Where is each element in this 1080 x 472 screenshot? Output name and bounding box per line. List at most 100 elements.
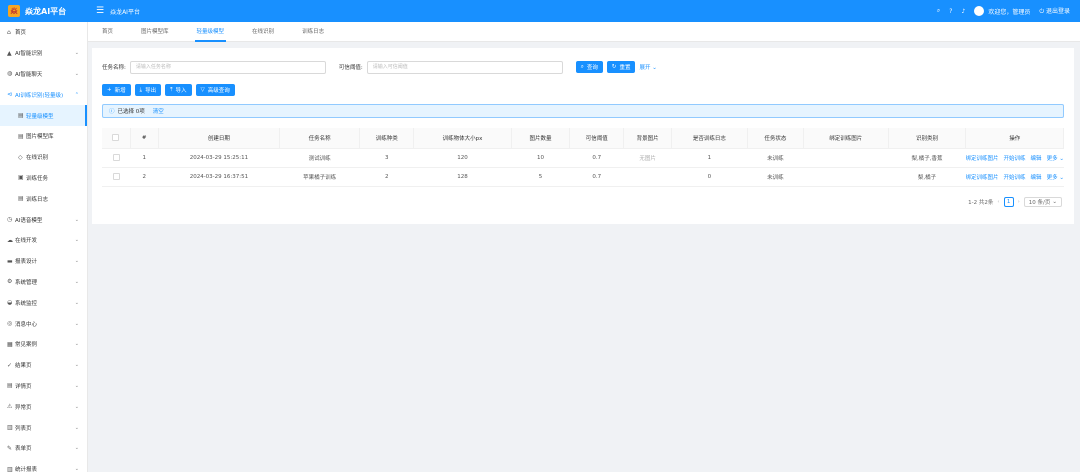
sidebar-item-list-page[interactable]: ▥ 列表页 ⌄ <box>0 417 87 438</box>
sidebar-item-common-cases[interactable]: ▦ 常见案例 ⌄ <box>0 334 87 355</box>
sidebar-icon: ▤ <box>18 132 24 140</box>
more-dropdown[interactable]: 更多 ⌄ <box>1047 173 1064 181</box>
sidebar-item-label: 训练日志 <box>26 196 49 203</box>
prev-page-icon[interactable]: ‹ <box>997 199 999 205</box>
menu-toggle-icon[interactable]: ☰ <box>96 6 104 16</box>
header-select-all[interactable] <box>102 128 131 149</box>
user-menu[interactable]: 欢迎您，管理员 <box>974 6 1030 16</box>
import-button[interactable]: ⤒ 导入 <box>165 84 192 96</box>
column-header: 任务状态 <box>747 128 805 149</box>
sidebar-item-detail-page[interactable]: ▤ 详情页 ⌄ <box>0 376 87 397</box>
page-size-select[interactable]: 10 条/页 ⌄ <box>1023 197 1062 207</box>
tab-training-log[interactable]: 训练日志 <box>288 22 338 42</box>
clear-selection-link[interactable]: 清空 <box>153 107 164 115</box>
expand-link[interactable]: 展开 ⌄ <box>639 63 656 71</box>
add-button[interactable]: + 新增 <box>102 84 131 96</box>
column-header: 训练物体大小px <box>413 128 512 149</box>
threshold-input[interactable]: 请输入可信阈值 <box>366 60 563 74</box>
sidebar-icon: ⚠ <box>7 403 13 411</box>
sidebar-item-error-page[interactable]: ⚠ 异常页 ⌄ <box>0 396 87 417</box>
bell-icon[interactable]: ♪ <box>961 8 965 15</box>
sidebar-item-ai-training-light[interactable]: ⊲ AI训练识别(轻量级) ⌃ <box>0 84 87 105</box>
bind-images-link[interactable]: 绑定训练图片 <box>966 154 999 162</box>
row-select[interactable] <box>102 167 131 187</box>
sidebar-item-label: 在线识别 <box>26 155 49 162</box>
current-page[interactable]: 1 <box>1003 197 1014 207</box>
sidebar-item-ai-voice-model[interactable]: ◷ AI语音模型 ⌄ <box>0 209 87 230</box>
pagination: 1-2 共2条 ‹ 1 › 10 条/页 ⌄ <box>968 197 1062 207</box>
sidebar-item-label: AI智能聊天 <box>15 71 43 78</box>
cell-background <box>623 167 672 187</box>
refresh-icon: ↻ <box>611 64 617 70</box>
cell-size: 120 <box>413 148 512 168</box>
sidebar-icon: ◒ <box>7 299 13 307</box>
task-name-input[interactable]: 请输入任务名称 <box>129 60 326 74</box>
edit-link[interactable]: 编辑 <box>1031 154 1042 162</box>
sidebar-item-system-manage[interactable]: ⚙ 系统管理 ⌄ <box>0 272 87 293</box>
sidebar-item-lightweight-model[interactable]: ▤ 轻量级模型 <box>0 105 87 126</box>
logout-button[interactable]: ⏻ 退出登录 <box>1039 6 1070 16</box>
sidebar-item-system-monitor[interactable]: ◒ 系统监控 ⌄ <box>0 292 87 313</box>
more-dropdown[interactable]: 更多 ⌄ <box>1047 154 1064 162</box>
sidebar-icon: ◷ <box>7 216 13 224</box>
advanced-query-button[interactable]: ▽ 高级查询 <box>195 84 235 96</box>
cell-count: 5 <box>511 167 570 187</box>
sidebar-icon: ✓ <box>7 361 13 369</box>
chevron-icon: ⌄ <box>74 216 79 223</box>
search-button[interactable]: ⌕ 查询 <box>575 61 603 73</box>
edit-link[interactable]: 编辑 <box>1031 173 1042 181</box>
avatar <box>974 6 985 16</box>
sidebar-item-training-log[interactable]: ▤ 训练日志 <box>0 188 87 209</box>
bind-images-link[interactable]: 绑定训练图片 <box>966 173 999 181</box>
tab-image-library[interactable]: 图片模型库 <box>127 22 183 42</box>
sidebar-item-label: 轻量级模型 <box>26 113 54 120</box>
next-page-icon[interactable]: › <box>1018 199 1020 205</box>
sidebar-item-online-dev[interactable]: ☁ 在线开发 ⌄ <box>0 230 87 251</box>
sidebar-item-report-design[interactable]: ▬ 报表设计 ⌄ <box>0 251 87 272</box>
sidebar-item-training-task[interactable]: ▣ 训练任务 <box>0 168 87 189</box>
search-icon[interactable]: ⌕ <box>937 7 940 15</box>
app-name: 焱龙AI平台 <box>25 6 67 16</box>
column-header: # <box>130 128 159 149</box>
sidebar-item-label: AI训练识别(轻量级) <box>15 92 64 99</box>
sidebar-item-message-center[interactable]: ◎ 消息中心 ⌄ <box>0 313 87 334</box>
sidebar-item-ai-recognition[interactable]: ▲ AI智能识别 ⌄ <box>0 43 87 64</box>
reset-button[interactable]: ↻ 重置 <box>606 61 636 73</box>
help-icon[interactable]: ? <box>949 8 952 15</box>
table-header-row: # 创建日期 任务名称 训练种类 训练物体大小px 图片数量 可信阈值 背景图片… <box>102 128 1064 149</box>
sidebar-item-online-recognition[interactable]: ◇ 在线识别 <box>0 147 87 168</box>
sidebar-icon: ◍ <box>7 70 13 78</box>
threshold-label: 可信阈值: <box>338 65 363 71</box>
sidebar-item-result-page[interactable]: ✓ 结果页 ⌄ <box>0 355 87 376</box>
checkbox[interactable] <box>112 134 120 142</box>
start-training-link[interactable]: 开始训练 <box>1004 173 1026 181</box>
start-training-link[interactable]: 开始训练 <box>1004 154 1026 162</box>
top-bar: 焱 焱龙AI平台 ☰ 焱龙AI平台 ⌕ ? ♪ 欢迎您，管理员 ⏻ 退出登录 <box>0 0 1080 22</box>
tab-lightweight-model[interactable]: 轻量级模型 <box>183 22 239 42</box>
column-header: 识别类别 <box>888 128 967 149</box>
selection-count: 已选择 0项 <box>117 109 145 115</box>
chevron-icon: ⌄ <box>74 382 79 389</box>
sidebar-item-statistics-report[interactable]: ▥ 统计报表 ⌄ <box>0 459 87 472</box>
filter-form: 任务名称: 请输入任务名称 可信阈值: 请输入可信阈值 ⌕ 查询 ↻ 重置 展开 ⌄ <box>102 60 657 74</box>
tab-home[interactable]: 首页 <box>88 22 127 42</box>
header-menu-title[interactable]: 焱龙AI平台 <box>110 7 140 16</box>
column-header: 是否训练日志 <box>671 128 748 149</box>
sidebar-item-form-page[interactable]: ✎ 表单页 ⌄ <box>0 438 87 459</box>
reset-label: 重置 <box>619 65 631 71</box>
sidebar-icon: ⌂ <box>7 28 11 36</box>
chevron-icon: ⌄ <box>74 445 79 452</box>
row-select[interactable] <box>102 148 131 168</box>
chevron-icon: ⌄ <box>74 424 79 431</box>
sidebar-item-image-library[interactable]: ▤ 图片模型库 <box>0 126 87 147</box>
cell-status: 未训练 <box>747 148 804 168</box>
export-button[interactable]: ⤓ 导出 <box>134 84 162 96</box>
tab-online-recognition[interactable]: 在线识别 <box>238 22 288 42</box>
sidebar-item-ai-chat[interactable]: ◍ AI智能聊天 ⌄ <box>0 64 87 85</box>
sidebar-item-home[interactable]: ⌂ 首页 <box>0 22 87 43</box>
checkbox[interactable] <box>112 154 120 161</box>
sidebar-item-label: 统计报表 <box>15 467 38 472</box>
checkbox[interactable] <box>112 173 120 180</box>
info-icon: ⓘ <box>109 109 115 115</box>
sidebar-item-label: 列表页 <box>15 425 32 432</box>
